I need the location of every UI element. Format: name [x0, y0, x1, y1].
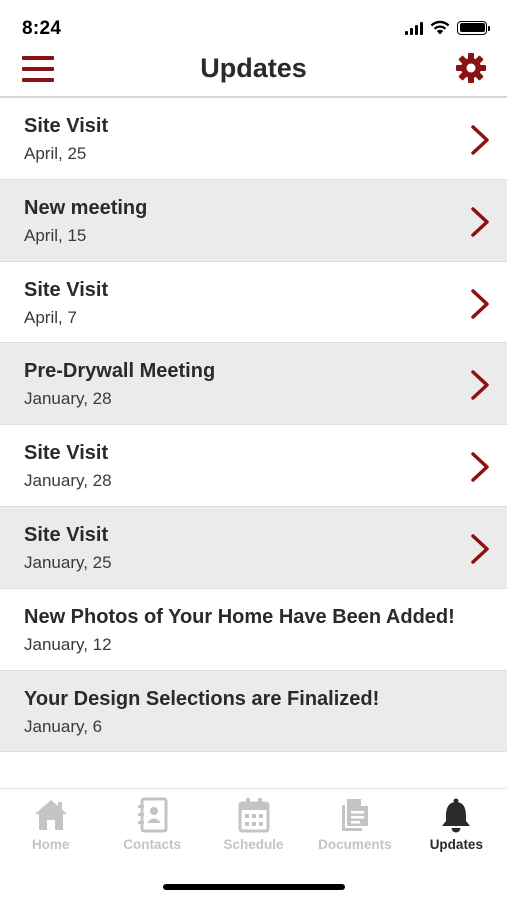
update-date: April, 7 [24, 307, 77, 327]
bottom-tab-bar: Home Contacts Schedule Documents Updates [0, 788, 507, 860]
tab-label: Contacts [123, 837, 181, 852]
status-time: 8:24 [22, 18, 62, 39]
chevron-right-icon[interactable] [469, 206, 491, 238]
tab-contacts[interactable]: Contacts [101, 789, 202, 860]
home-indicator[interactable] [163, 884, 345, 890]
battery-icon [457, 20, 490, 35]
page-title: Updates [200, 53, 307, 83]
updates-list: Site Visit April, 25 New meeting April, … [0, 98, 507, 753]
update-title: New Photos of Your Home Have Been Added! [24, 605, 455, 628]
home-icon [34, 800, 67, 830]
tab-label: Documents [318, 837, 392, 852]
status-icons [405, 20, 490, 35]
tab-updates[interactable]: Updates [406, 789, 507, 860]
update-row: New Photos of Your Home Have Been Added!… [0, 589, 507, 671]
chevron-right-icon[interactable] [469, 451, 491, 483]
update-row[interactable]: New meeting April, 15 [0, 179, 507, 262]
update-row[interactable]: Site Visit January, 25 [0, 506, 507, 589]
update-title: Site Visit [24, 115, 109, 137]
calendar-icon [238, 798, 270, 833]
chevron-right-icon[interactable] [469, 369, 491, 401]
update-title: New meeting [24, 196, 148, 219]
chevron-right-icon[interactable] [469, 533, 491, 565]
update-date: January, 25 [24, 552, 112, 572]
chevron-right-icon[interactable] [469, 124, 491, 156]
chevron-right-icon[interactable] [469, 288, 491, 320]
tab-schedule[interactable]: Schedule [203, 789, 304, 860]
gear-icon[interactable] [455, 52, 487, 84]
bell-icon [442, 798, 471, 833]
cellular-signal-icon [405, 21, 423, 35]
update-row: Your Design Selections are Finalized! Ja… [0, 670, 507, 753]
update-title: Site Visit [24, 523, 109, 546]
update-row[interactable]: Site Visit April, 25 [0, 98, 507, 180]
tab-label: Schedule [223, 837, 284, 852]
app-header: Updates [0, 44, 507, 98]
update-title: Your Design Selections are Finalized! [24, 687, 380, 710]
contacts-icon [138, 797, 168, 833]
update-title: Site Visit [24, 442, 109, 465]
update-date: January, 6 [24, 716, 103, 736]
update-date: April, 25 [24, 144, 87, 163]
update-title: Site Visit [24, 278, 109, 301]
tab-label: Updates [429, 837, 483, 852]
document-icon [341, 799, 368, 831]
update-date: January, 12 [24, 634, 112, 654]
update-row[interactable]: Site Visit April, 7 [0, 262, 507, 344]
wifi-icon [430, 20, 450, 35]
update-date: April, 15 [24, 225, 87, 245]
update-row[interactable]: Pre-Drywall Meeting January, 28 [0, 343, 507, 426]
update-date: January, 28 [24, 389, 112, 409]
update-date: January, 28 [24, 471, 112, 491]
tab-home[interactable]: Home [0, 789, 101, 860]
status-bar: 8:24 [0, 0, 507, 44]
update-title: Pre-Drywall Meeting [24, 360, 216, 383]
tab-documents[interactable]: Documents [304, 789, 405, 860]
update-row[interactable]: Site Visit January, 28 [0, 425, 507, 507]
tab-label: Home [31, 837, 70, 852]
